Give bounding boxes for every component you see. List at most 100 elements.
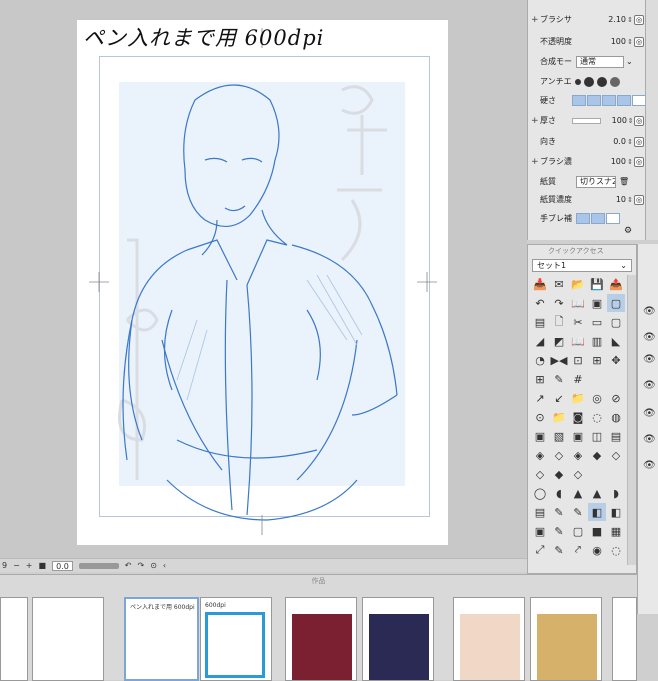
page-thumbnail[interactable]: [285, 597, 357, 681]
eye-icon[interactable]: 👁: [643, 380, 656, 391]
opacity-row[interactable]: 不透明度 100 ⇕ ◎: [528, 33, 646, 50]
quick-tool-icon[interactable]: ↙: [550, 389, 568, 407]
quick-tool-icon[interactable]: ◖: [550, 484, 568, 502]
zoom-in-button[interactable]: +: [26, 561, 33, 570]
property-scrollbar[interactable]: [645, 0, 658, 240]
quick-tool-icon[interactable]: ◩: [550, 332, 568, 350]
quick-tool-icon[interactable]: ▣: [569, 427, 587, 445]
blend-mode-row[interactable]: 合成モード 通常 ⌄: [528, 53, 646, 70]
direction-spinner[interactable]: ⇕: [626, 138, 634, 146]
hardness-row[interactable]: 硬さ: [528, 92, 646, 109]
opacity-value[interactable]: 100: [598, 37, 626, 46]
aa-none-option[interactable]: [575, 78, 581, 85]
direction-value[interactable]: 0.0: [598, 137, 626, 146]
quick-tool-icon[interactable]: ⊙: [531, 408, 549, 426]
eye-icon[interactable]: 👁: [643, 354, 656, 365]
brush-size-pressure-icon[interactable]: ◎: [634, 14, 644, 25]
page-thumbnail[interactable]: [453, 597, 525, 681]
chevron-down-icon[interactable]: ⌄: [626, 57, 633, 66]
quick-tool-icon[interactable]: ▦: [607, 522, 625, 540]
quick-tool-icon[interactable]: ◇: [531, 465, 549, 483]
quick-tool-icon[interactable]: ◇: [569, 465, 587, 483]
direction-row[interactable]: 向き 0.0 ⇕ ◎: [528, 133, 646, 150]
eye-icon[interactable]: 👁: [643, 306, 656, 317]
rotate-left-icon[interactable]: ↶: [125, 561, 132, 570]
thickness-slider[interactable]: [572, 117, 601, 124]
stabilization-selector[interactable]: [576, 213, 620, 224]
quick-tool-icon[interactable]: ✉: [550, 275, 568, 293]
quick-tool-icon[interactable]: ◙: [569, 408, 587, 426]
page-thumbnail[interactable]: [530, 597, 602, 681]
flip-icon[interactable]: ‹: [163, 561, 166, 570]
quick-tool-icon[interactable]: ◍: [607, 408, 625, 426]
anti-alias-row[interactable]: アンチエイ: [528, 73, 646, 90]
thickness-pressure-icon[interactable]: ◎: [634, 115, 644, 126]
canvas-area[interactable]: ペン入れまで用 600dpi 9 − + ■ 0.0 ↶ ↷ ⊙ ‹: [0, 0, 527, 572]
stabilization-row[interactable]: 手ブレ補正: [528, 210, 646, 227]
quick-tool-icon[interactable]: ✎: [550, 370, 568, 388]
quick-tool-icon[interactable]: ▣: [588, 294, 606, 312]
quick-tool-icon[interactable]: ▤: [531, 503, 549, 521]
texture-density-spinner[interactable]: ⇕: [626, 196, 634, 204]
quick-tool-icon[interactable]: ▢: [607, 294, 625, 312]
quick-tool-icon[interactable]: ⤤: [569, 541, 587, 559]
quick-tool-icon[interactable]: [607, 465, 625, 483]
quick-tool-icon[interactable]: ✎: [550, 541, 568, 559]
reset-rotation-icon[interactable]: ⊙: [150, 561, 157, 570]
quick-tool-icon[interactable]: ▲: [588, 484, 606, 502]
quick-tool-icon[interactable]: ◔: [531, 351, 549, 369]
quick-tool-icon[interactable]: [607, 370, 625, 388]
quick-tool-icon[interactable]: ⊞: [588, 351, 606, 369]
hardness-selector[interactable]: [572, 95, 646, 106]
page-thumbnail-selected[interactable]: ペン入れまで用 600dpi: [124, 597, 199, 681]
quick-tool-icon[interactable]: 📤: [607, 275, 625, 293]
quick-tool-icon[interactable]: ⊘: [607, 389, 625, 407]
brush-density-value[interactable]: 100: [598, 157, 626, 166]
brush-size-spinner[interactable]: ⇕: [626, 16, 634, 24]
quick-tool-icon[interactable]: ↗: [531, 389, 549, 407]
quick-tool-icon[interactable]: ◌: [607, 541, 625, 559]
rotation-slider[interactable]: [78, 562, 119, 569]
quick-tool-icon[interactable]: ◗: [607, 484, 625, 502]
quick-tool-icon[interactable]: ✎: [569, 503, 587, 521]
quick-tool-icon[interactable]: ⤢: [531, 541, 549, 559]
quick-tool-icon[interactable]: 📁: [550, 408, 568, 426]
quick-tool-icon[interactable]: ▧: [550, 427, 568, 445]
quick-tool-icon[interactable]: ▣: [531, 522, 549, 540]
stop-icon[interactable]: ■: [39, 561, 47, 570]
quick-tool-icon[interactable]: ◯: [531, 484, 549, 502]
quick-access-scrollbar[interactable]: [627, 275, 636, 565]
quick-tool-icon[interactable]: ◇: [550, 446, 568, 464]
quick-tool-icon[interactable]: 📖: [569, 332, 587, 350]
quick-tool-icon[interactable]: ▥: [588, 332, 606, 350]
eye-icon[interactable]: 👁: [643, 460, 656, 471]
page-thumbnail[interactable]: [32, 597, 104, 681]
quick-tool-icon[interactable]: ⊞: [531, 370, 549, 388]
blend-mode-select[interactable]: 通常: [576, 55, 624, 68]
quick-tool-icon[interactable]: ◌: [588, 408, 606, 426]
quick-tool-icon[interactable]: ◇: [607, 446, 625, 464]
quick-tool-icon[interactable]: ▤: [607, 427, 625, 445]
brush-density-pressure-icon[interactable]: ◎: [634, 156, 644, 167]
thickness-spinner[interactable]: ⇕: [627, 117, 635, 125]
quick-tool-icon[interactable]: ◧: [588, 503, 606, 521]
quick-tool-icon[interactable]: ✎: [550, 503, 568, 521]
quick-tool-icon[interactable]: 💾: [588, 275, 606, 293]
brush-density-row[interactable]: + ブラシ濃度 100 ⇕ ◎: [528, 153, 646, 170]
quick-tool-icon[interactable]: ▭: [588, 313, 606, 331]
quick-tool-icon[interactable]: 📂: [569, 275, 587, 293]
brush-density-spinner[interactable]: ⇕: [626, 158, 634, 166]
direction-pressure-icon[interactable]: ◎: [634, 136, 644, 147]
quick-tool-icon[interactable]: ▶◀: [550, 351, 568, 369]
paper-texture-select[interactable]: 切りスナ2: [576, 175, 616, 188]
opacity-pressure-icon[interactable]: ◎: [634, 36, 644, 47]
quick-tool-icon[interactable]: ✥: [607, 351, 625, 369]
quick-tool-icon[interactable]: [588, 370, 606, 388]
zoom-value-field[interactable]: 0.0: [52, 560, 73, 571]
thickness-row[interactable]: + 厚さ 100 ⇕ ◎: [528, 112, 646, 129]
quick-tool-icon[interactable]: 📖: [569, 294, 587, 312]
opacity-spinner[interactable]: ⇕: [626, 38, 634, 46]
quick-tool-icon[interactable]: ✂: [569, 313, 587, 331]
page-thumbnail[interactable]: [0, 597, 28, 681]
quick-tool-icon[interactable]: ▲: [569, 484, 587, 502]
